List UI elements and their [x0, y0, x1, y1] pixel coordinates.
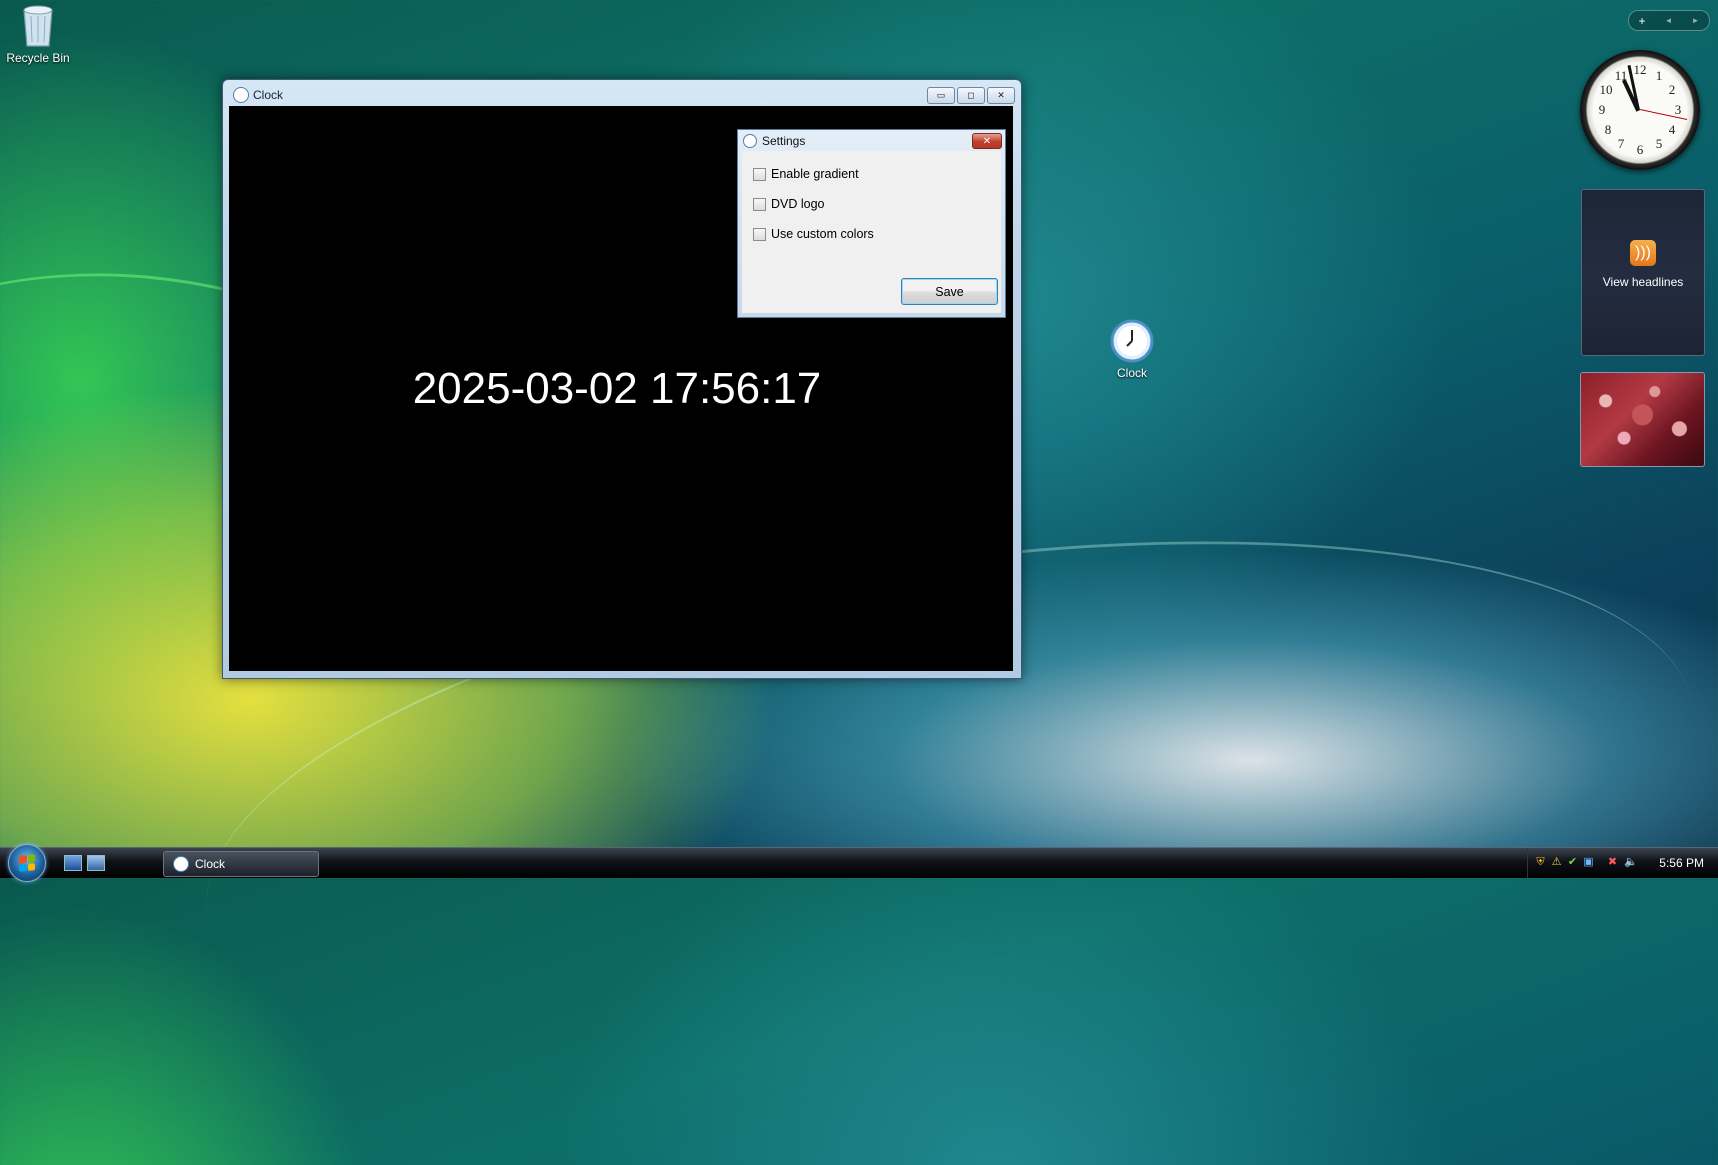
windows-update-icon[interactable]: ▣ — [1582, 856, 1595, 869]
settings-body: Enable gradient DVD logo Use custom colo… — [742, 151, 1001, 313]
taskbar-clock-time[interactable]: 5:56 PM — [1659, 856, 1704, 870]
dvd-logo-checkbox[interactable] — [753, 197, 766, 211]
taskbar-clock-label: Clock — [195, 857, 226, 871]
clock-icon — [1110, 319, 1154, 363]
volume-icon[interactable]: 🔈 — [1624, 856, 1638, 869]
settings-clock-icon — [743, 134, 757, 148]
clock-desktop-label: Clock — [1116, 366, 1147, 380]
network-disconnected-icon[interactable]: ✖ — [1606, 856, 1619, 869]
system-tray: ⛨ ⚠ ✔ ▣ ✖ 🔈 5:56 PM — [1527, 848, 1718, 878]
clock-number: 10 — [1599, 82, 1613, 97]
enable-gradient-label: Enable gradient — [771, 167, 859, 181]
save-button[interactable]: Save — [901, 278, 998, 305]
window-title: Clock — [253, 88, 284, 102]
window-controls: ▭ ◻ ✕ — [927, 87, 1015, 104]
enable-gradient-checkbox[interactable] — [753, 167, 766, 181]
clock-number: 7 — [1617, 136, 1625, 151]
recycle-bin-label: Recycle Bin — [6, 51, 70, 65]
slideshow-gadget[interactable] — [1580, 372, 1705, 467]
clock-number: 6 — [1636, 142, 1644, 157]
safely-remove-icon[interactable]: ✔ — [1566, 856, 1579, 869]
security-shield-icon[interactable]: ⛨ — [1534, 856, 1547, 869]
network-warning-icon[interactable]: ⚠ — [1550, 856, 1563, 869]
custom-colors-label: Use custom colors — [771, 227, 874, 241]
close-button[interactable]: ✕ — [987, 87, 1015, 104]
clock-number: 12 — [1633, 62, 1647, 77]
clock-number: 8 — [1604, 122, 1612, 137]
rss-icon: ))) — [1630, 240, 1656, 266]
dvd-logo-label: DVD logo — [771, 197, 825, 211]
recycle-bin-icon[interactable]: Recycle Bin — [0, 2, 78, 65]
minimize-button[interactable]: ▭ — [927, 87, 955, 104]
clock-icon — [173, 856, 189, 872]
dvd-logo-option[interactable]: DVD logo — [753, 197, 825, 211]
view-headlines-label[interactable]: View headlines — [1582, 275, 1704, 289]
clock-desktop-icon[interactable]: Clock — [1092, 319, 1172, 380]
clock-number: 5 — [1655, 136, 1663, 151]
clock-number: 2 — [1668, 82, 1676, 97]
clock-gadget[interactable]: 12 1 2 3 4 5 6 7 8 9 10 11 — [1580, 50, 1700, 170]
show-desktop-icon[interactable] — [64, 855, 82, 871]
enable-gradient-option[interactable]: Enable gradient — [753, 167, 859, 181]
settings-title: Settings — [762, 134, 806, 148]
custom-colors-checkbox[interactable] — [753, 227, 766, 241]
add-gadget-button[interactable]: + — [1639, 14, 1646, 28]
taskbar-clock-button[interactable]: Clock — [163, 851, 319, 877]
taskbar: Clock ⛨ ⚠ ✔ ▣ ✖ 🔈 5:56 PM — [0, 844, 1718, 882]
maximize-button[interactable]: ◻ — [957, 87, 985, 104]
settings-dialog[interactable]: Settings ✕ Enable gradient DVD logo Use … — [737, 129, 1006, 318]
settings-close-button[interactable]: ✕ — [972, 133, 1002, 149]
start-button[interactable] — [8, 844, 46, 882]
switch-windows-icon[interactable] — [87, 855, 105, 871]
clock-number: 9 — [1598, 102, 1606, 117]
custom-colors-option[interactable]: Use custom colors — [753, 227, 874, 241]
clock-datetime-text: 2025-03-02 17:56:17 — [412, 364, 822, 413]
windows-logo-icon — [19, 854, 35, 872]
sidebar-prev-button[interactable]: ◄ — [1665, 16, 1673, 25]
sidebar-controls: + ◄ ► — [1628, 10, 1710, 31]
clock-window-icon — [233, 87, 249, 103]
feed-headlines-gadget[interactable]: ))) View headlines — [1581, 189, 1705, 356]
sidebar-next-button[interactable]: ► — [1692, 16, 1700, 25]
trash-icon — [23, 5, 53, 47]
